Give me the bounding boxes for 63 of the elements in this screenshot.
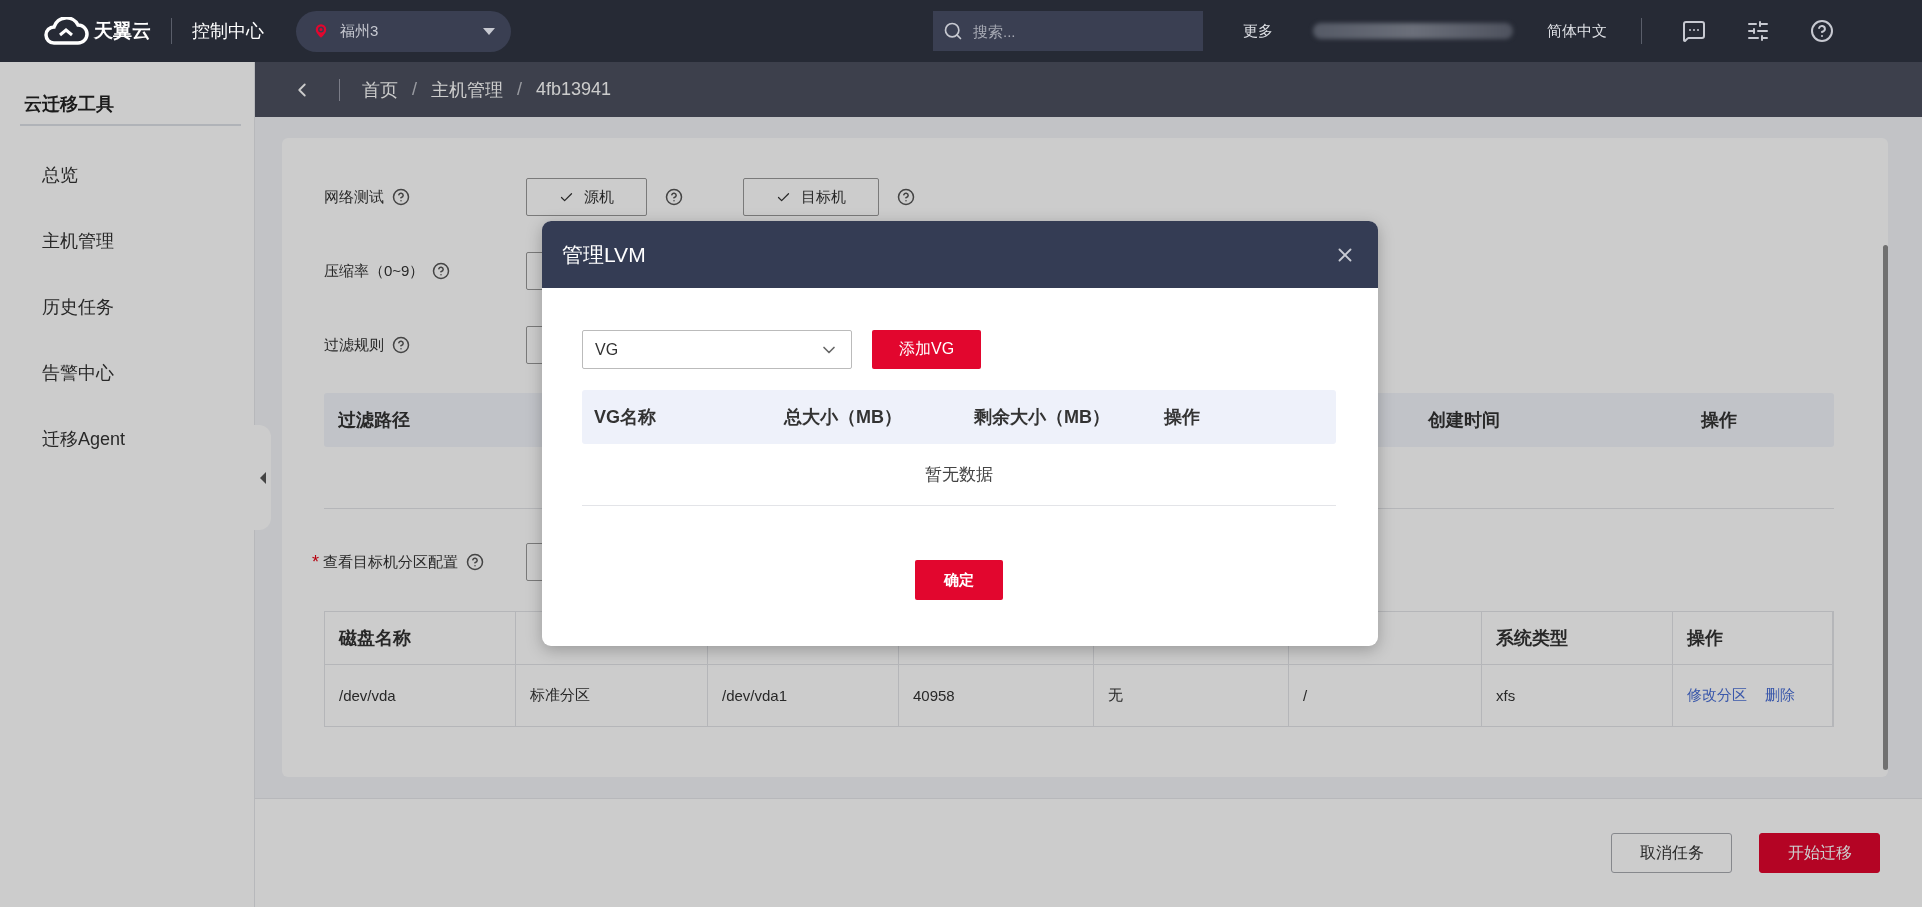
table-cell: / <box>1289 665 1482 726</box>
start-button[interactable]: 开始迁移 <box>1759 833 1880 873</box>
action-link[interactable]: 删除 <box>1765 686 1795 705</box>
breadcrumb-separator: / <box>517 79 523 100</box>
help-icon[interactable] <box>665 188 683 206</box>
message-icon[interactable] <box>1682 19 1706 43</box>
search-icon <box>943 21 963 41</box>
caret-icon <box>483 27 495 35</box>
scrollbar[interactable] <box>1883 245 1888 770</box>
table-cell: /dev/vda <box>325 665 516 726</box>
settings-icon[interactable] <box>1746 19 1770 43</box>
add-button[interactable]: 添加VG <box>872 330 982 369</box>
help-icon[interactable] <box>466 553 484 571</box>
table-cell: 无 <box>1094 665 1289 726</box>
column-header: 总大小（MB） <box>784 406 903 429</box>
region-selector[interactable]: 福州3 <box>296 10 511 52</box>
column-header: 磁盘名称 <box>325 612 516 665</box>
column-header: VG名称 <box>594 406 657 429</box>
search-field[interactable]: 搜索... <box>933 11 1203 51</box>
help-icon[interactable] <box>897 188 915 206</box>
pin-icon <box>312 22 330 40</box>
help-icon[interactable] <box>432 262 451 280</box>
brand-name: 天翼云 <box>94 19 151 43</box>
test-button[interactable]: 源机 <box>526 178 647 216</box>
sidebar-item[interactable]: 迁移Agent <box>0 406 254 472</box>
help-icon[interactable] <box>392 188 410 206</box>
help-icon[interactable] <box>392 336 410 354</box>
sidebar-item[interactable]: 主机管理 <box>0 208 254 274</box>
column-header: 系统类型 <box>1482 612 1673 665</box>
field-label: 压缩率（0~9） <box>324 261 425 281</box>
column-header: 操作 <box>1164 406 1201 429</box>
confirm-button[interactable]: 确定 <box>915 560 1003 600</box>
empty-message: 暂无数据 <box>925 464 993 486</box>
column-header: 过滤路径 <box>338 409 410 432</box>
field-label: 查看目标机分区配置 <box>323 552 458 572</box>
dialog-title: 管理LVM <box>562 241 646 268</box>
field-label: 过滤规则 <box>324 335 384 355</box>
vg-select[interactable]: VG <box>582 330 852 369</box>
language-link[interactable]: 简体中文 <box>1547 21 1607 41</box>
table-cell: 40958 <box>899 665 1094 726</box>
sidebar-item[interactable]: 历史任务 <box>0 274 254 340</box>
cancel-button[interactable]: 取消任务 <box>1611 833 1732 873</box>
table-cell: xfs <box>1482 665 1673 726</box>
required-mark: * <box>312 551 319 573</box>
column-header: 创建时间 <box>1428 409 1500 432</box>
table-cell: /dev/vda1 <box>708 665 899 726</box>
column-header: 剩余大小（MB） <box>974 406 1111 429</box>
breadcrumb-link[interactable]: 主机管理 <box>431 77 503 102</box>
breadcrumb-separator: / <box>412 79 417 100</box>
breadcrumb-link[interactable]: 首页 <box>362 77 398 102</box>
column-header: 操作 <box>1673 612 1833 665</box>
field-label: 网络测试 <box>324 187 384 207</box>
collapse-handle[interactable] <box>254 425 271 530</box>
sidebar-item[interactable]: 告警中心 <box>0 340 254 406</box>
console-title: 控制中心 <box>192 20 264 43</box>
sidebar-item[interactable]: 总览 <box>0 142 254 208</box>
more-link[interactable]: 更多 <box>1243 21 1273 41</box>
table-cell: 标准分区 <box>516 665 708 726</box>
column-header: 操作 <box>1701 409 1737 432</box>
test-button[interactable]: 目标机 <box>743 178 879 216</box>
sidebar-title: 云迁移工具 <box>23 93 115 116</box>
action-link[interactable]: 修改分区 <box>1687 686 1747 705</box>
breadcrumb-link[interactable]: 4fb13941 <box>536 79 612 100</box>
